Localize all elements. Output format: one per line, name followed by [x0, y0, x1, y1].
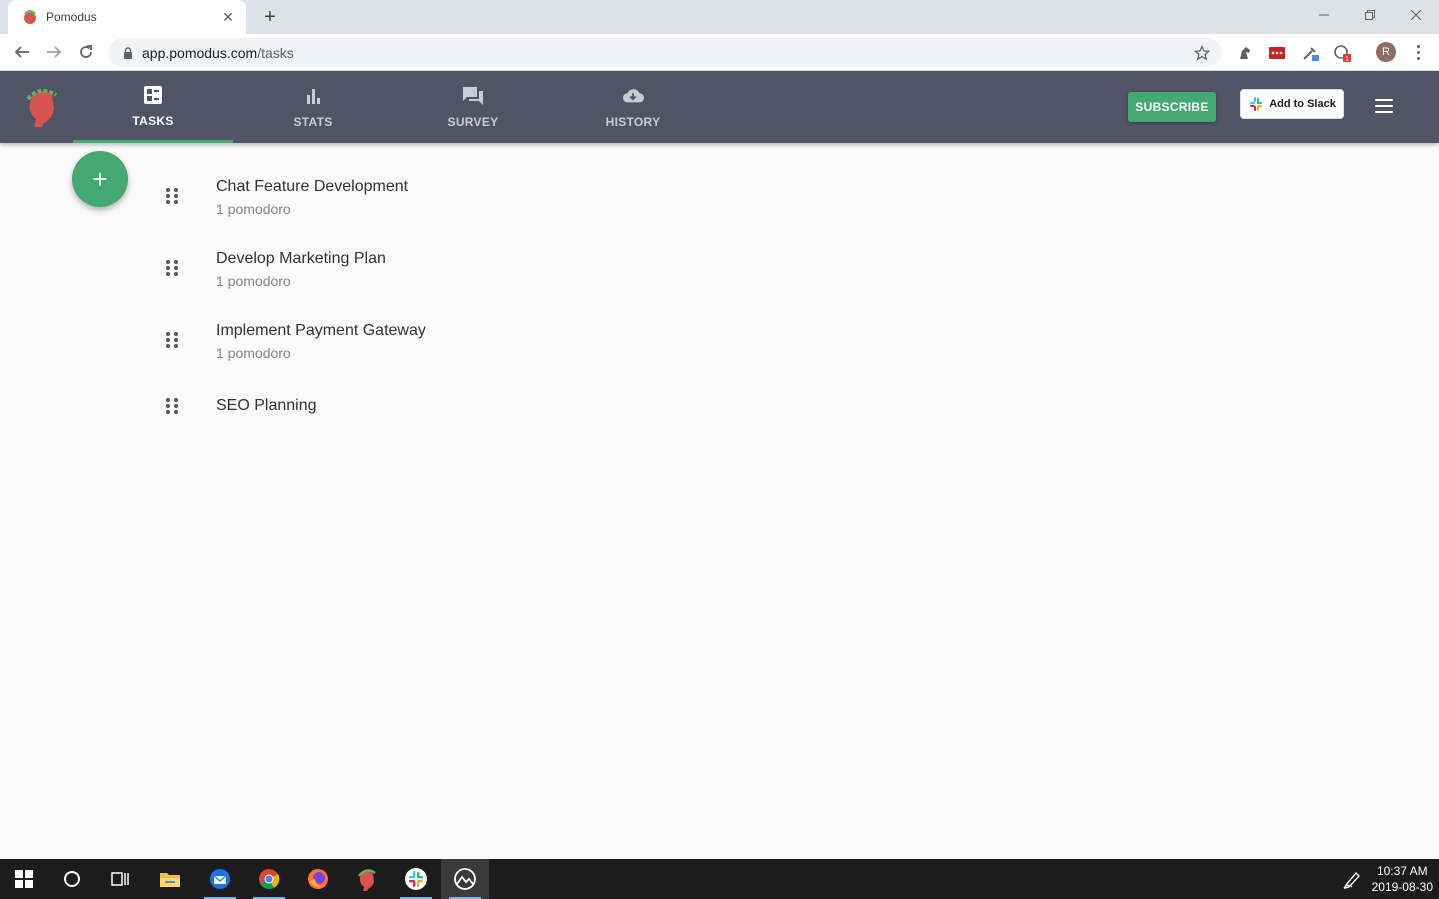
browser-toolbar: app.pomodus.com/tasks 1 — [0, 34, 1439, 71]
task-title[interactable]: Develop Marketing Plan — [216, 250, 386, 268]
task-item[interactable]: Chat Feature Development 1 pomodoro — [160, 170, 760, 242]
tab-survey[interactable]: SURVEY — [393, 71, 553, 143]
add-to-slack-button[interactable]: Add to Slack — [1240, 89, 1344, 119]
thunderbird-icon[interactable] — [196, 859, 244, 899]
tab-title: Pomodus — [46, 10, 97, 24]
app-header: TASKS STATS SURVEY HISTORY SUBSCRIBE Add… — [0, 71, 1439, 143]
clock-time: 10:37 AM — [1376, 864, 1428, 878]
task-pomodoro-count: 1 pomodoro — [216, 273, 291, 289]
bookmark-star-icon[interactable] — [1194, 44, 1210, 61]
task-item[interactable]: Develop Marketing Plan 1 pomodoro — [160, 242, 760, 314]
tab-stats[interactable]: STATS — [233, 71, 393, 143]
subscribe-button[interactable]: SUBSCRIBE — [1128, 92, 1216, 122]
task-item[interactable]: SEO Planning — [160, 386, 760, 426]
pomodus-app-icon[interactable] — [343, 859, 391, 899]
chrome-icon[interactable] — [245, 859, 293, 899]
browser-tabstrip: Pomodus ✕ + — [0, 0, 1439, 34]
tab-tasks-label: TASKS — [132, 113, 174, 128]
bar-chart-icon — [307, 89, 320, 104]
task-item[interactable]: Implement Payment Gateway 1 pomodoro — [160, 314, 760, 386]
add-to-slack-label: Add to Slack — [1269, 98, 1336, 110]
task-title[interactable]: Chat Feature Development — [216, 178, 408, 196]
tab-tasks[interactable]: TASKS — [73, 71, 233, 143]
lock-icon — [124, 46, 132, 59]
system-clock[interactable]: 10:37 AM 2019-08-30 — [1372, 863, 1433, 895]
new-tab-icon[interactable]: + — [258, 5, 282, 29]
tab-history[interactable]: HISTORY — [553, 71, 713, 143]
forward-arrow-icon[interactable] — [42, 40, 66, 64]
pomodus-logo[interactable] — [22, 83, 60, 127]
pen-workspace-icon[interactable] — [1342, 869, 1364, 889]
reload-icon[interactable] — [74, 40, 98, 64]
address-bar[interactable]: app.pomodus.com/tasks — [108, 38, 1222, 67]
tab-close-icon[interactable]: ✕ — [220, 9, 236, 26]
drag-handle-icon[interactable] — [160, 394, 184, 418]
close-window-icon[interactable] — [1393, 0, 1439, 30]
task-pomodoro-count: 1 pomodoro — [216, 201, 291, 217]
window-controls — [1301, 0, 1439, 30]
extension-badge-icon[interactable]: 1 — [1332, 43, 1352, 63]
restore-icon[interactable] — [1347, 0, 1393, 30]
minimize-icon[interactable] — [1301, 0, 1347, 30]
windows-taskbar: 10:37 AM 2019-08-30 — [0, 859, 1439, 899]
url-text: app.pomodus.com/tasks — [142, 44, 294, 61]
dashboard-icon — [144, 85, 162, 104]
extension-horse-icon[interactable] — [1235, 43, 1255, 63]
task-view-icon[interactable] — [96, 859, 144, 899]
drag-handle-icon[interactable] — [160, 256, 184, 280]
slack-taskbar-icon[interactable] — [392, 859, 440, 899]
tab-stats-label: STATS — [293, 115, 333, 129]
svg-text:1: 1 — [1345, 56, 1349, 62]
back-arrow-icon[interactable] — [10, 40, 34, 64]
add-task-button[interactable]: + — [72, 151, 128, 207]
browser-tab[interactable]: Pomodus ✕ — [8, 0, 246, 34]
drag-handle-icon[interactable] — [160, 184, 184, 208]
task-title[interactable]: Implement Payment Gateway — [216, 322, 426, 340]
windows-start-icon[interactable] — [0, 859, 48, 899]
firefox-icon[interactable] — [294, 859, 342, 899]
cortana-search-icon[interactable] — [48, 859, 96, 899]
pomodus-favicon-icon — [24, 10, 36, 24]
slack-icon — [1250, 97, 1263, 111]
extension-lastpass-icon[interactable] — [1267, 43, 1287, 63]
extension-eyedropper-icon[interactable] — [1300, 43, 1320, 63]
profile-avatar[interactable]: R — [1376, 42, 1396, 62]
drag-handle-icon[interactable] — [160, 328, 184, 352]
task-list: Chat Feature Development 1 pomodoro Deve… — [160, 170, 760, 426]
task-pomodoro-count: 1 pomodoro — [216, 345, 291, 361]
task-title[interactable]: SEO Planning — [216, 397, 317, 415]
tab-history-label: HISTORY — [605, 115, 661, 129]
file-explorer-icon[interactable] — [146, 859, 194, 899]
clock-date: 2019-08-30 — [1371, 880, 1433, 894]
browser-menu-icon[interactable] — [1410, 40, 1426, 64]
chat-bubbles-icon — [463, 87, 483, 105]
screenshot-tool-icon[interactable] — [441, 859, 489, 899]
hamburger-menu-icon[interactable] — [1375, 99, 1393, 113]
cloud-download-icon — [622, 89, 644, 103]
tab-survey-label: SURVEY — [447, 115, 499, 129]
